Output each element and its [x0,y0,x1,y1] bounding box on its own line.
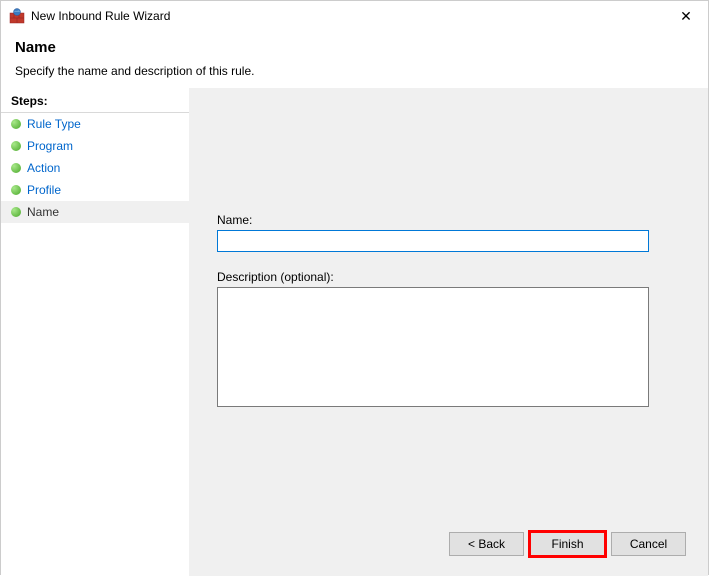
name-group: Name: [217,213,680,252]
step-item-action[interactable]: Action [1,157,189,179]
steps-header: Steps: [1,88,189,113]
finish-button[interactable]: Finish [530,532,605,556]
page-description: Specify the name and description of this… [15,64,694,78]
titlebar: New Inbound Rule Wizard ✕ [1,1,708,31]
step-bullet-icon [11,207,21,217]
step-label: Program [27,139,73,153]
step-bullet-icon [11,163,21,173]
back-button[interactable]: < Back [449,532,524,556]
step-label: Rule Type [27,117,81,131]
description-label: Description (optional): [217,270,680,284]
wizard-body: Steps: Rule Type Program Action Profile … [1,88,708,576]
description-group: Description (optional): [217,270,680,407]
description-input[interactable] [217,287,649,407]
button-row: < Back Finish Cancel [449,532,686,556]
firewall-icon [9,8,25,24]
step-label: Profile [27,183,61,197]
step-bullet-icon [11,141,21,151]
steps-panel: Steps: Rule Type Program Action Profile … [1,88,189,576]
wizard-header: Name Specify the name and description of… [1,31,708,88]
page-title: Name [15,39,694,56]
cancel-button[interactable]: Cancel [611,532,686,556]
step-label: Name [27,205,59,219]
content-panel: Name: Description (optional): < Back Fin… [189,88,708,576]
step-label: Action [27,161,60,175]
step-bullet-icon [11,185,21,195]
step-item-program[interactable]: Program [1,135,189,157]
close-icon[interactable]: ✕ [672,5,700,27]
step-item-rule-type[interactable]: Rule Type [1,113,189,135]
name-label: Name: [217,213,680,227]
step-bullet-icon [11,119,21,129]
window-title: New Inbound Rule Wizard [31,9,672,23]
name-input[interactable] [217,230,649,252]
step-item-profile[interactable]: Profile [1,179,189,201]
step-item-name[interactable]: Name [1,201,189,223]
